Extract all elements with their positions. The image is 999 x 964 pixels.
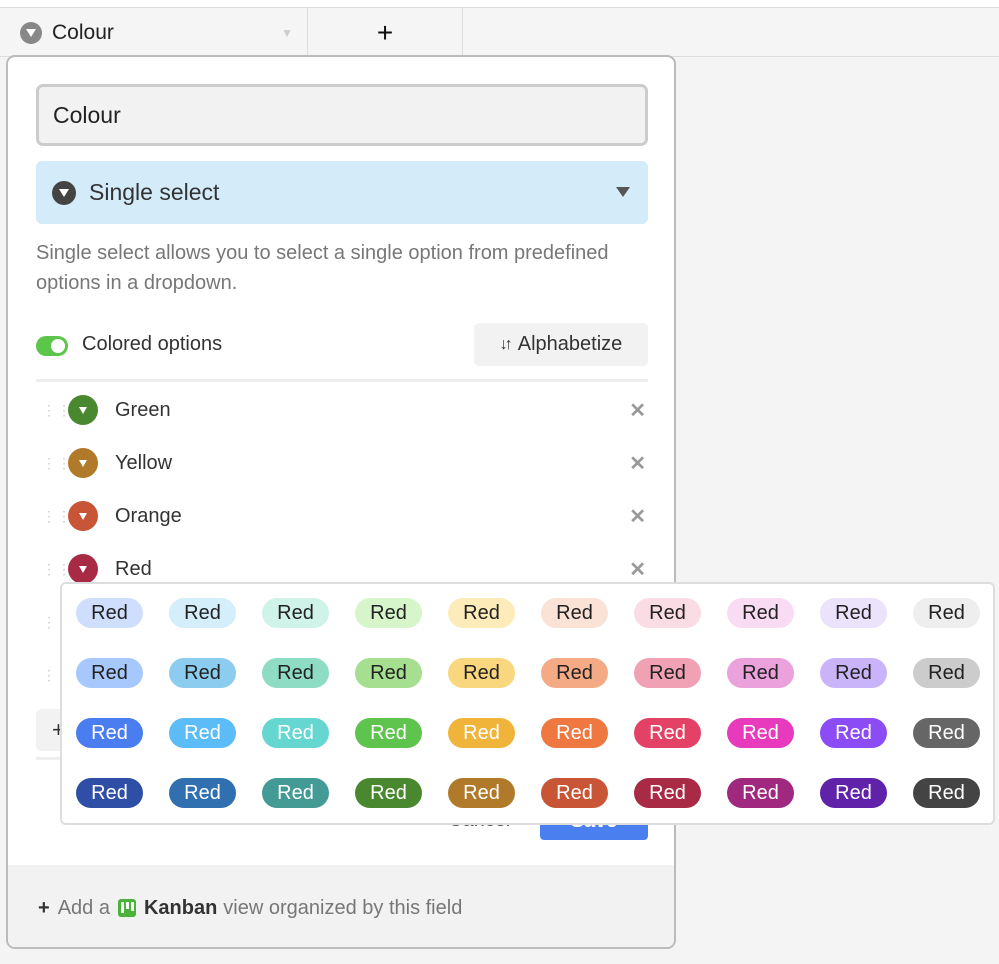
option-label[interactable]: Red — [115, 558, 152, 581]
color-swatch[interactable]: Red — [727, 598, 794, 628]
color-swatch[interactable]: Red — [355, 718, 422, 748]
color-swatch[interactable]: Red — [727, 718, 794, 748]
color-swatch[interactable]: Red — [262, 718, 329, 748]
single-select-icon — [20, 21, 42, 44]
color-swatch[interactable]: Red — [727, 658, 794, 688]
color-swatch[interactable]: Red — [727, 778, 794, 808]
color-swatch[interactable]: Red — [355, 598, 422, 628]
option-row: ⋮⋮ Green ✕ — [36, 390, 648, 430]
color-swatch[interactable]: Red — [169, 718, 236, 748]
color-swatch[interactable]: Red — [820, 658, 887, 688]
alphabetize-label: Alphabetize — [517, 333, 623, 355]
color-swatch[interactable]: Red — [634, 598, 701, 628]
remove-option-icon[interactable]: ✕ — [629, 557, 646, 582]
add-kanban-view-link[interactable]: + Add a Kanban view organized by this fi… — [8, 865, 674, 947]
column-label: Colour — [52, 20, 114, 44]
option-color-button[interactable] — [68, 501, 98, 531]
divider — [36, 379, 648, 382]
alphabetize-button[interactable]: ↓↑ Alphabetize — [474, 323, 648, 366]
color-swatch[interactable]: Red — [634, 658, 701, 688]
color-swatch[interactable]: Red — [541, 778, 608, 808]
drag-handle-icon[interactable]: ⋮⋮ — [42, 509, 71, 523]
color-swatch[interactable]: Red — [913, 598, 980, 628]
drag-handle-icon[interactable]: ⋮⋮ — [42, 668, 71, 682]
color-swatch[interactable]: Red — [820, 718, 887, 748]
chevron-down-icon[interactable]: ▼ — [281, 26, 293, 40]
remove-option-icon[interactable]: ✕ — [629, 504, 646, 529]
color-swatch[interactable]: Red — [262, 778, 329, 808]
drag-handle-icon[interactable]: ⋮⋮ — [42, 403, 71, 417]
option-label[interactable]: Green — [115, 399, 171, 422]
footer-kanban: Kanban — [143, 896, 218, 919]
color-swatch[interactable]: Red — [262, 598, 329, 628]
single-select-icon — [52, 180, 76, 205]
color-palette-popover: Red Red Red Red Red Red Red Red Red Red Red Red Red R… — [60, 582, 995, 825]
sort-icon: ↓↑ — [499, 335, 513, 353]
option-color-button[interactable] — [68, 395, 98, 425]
plus-icon: + — [38, 896, 50, 919]
color-swatch[interactable]: Red — [76, 778, 143, 808]
option-color-button[interactable] — [68, 554, 98, 584]
remove-option-icon[interactable]: ✕ — [629, 451, 646, 476]
color-swatch[interactable]: Red — [634, 718, 701, 748]
color-swatch[interactable]: Red — [76, 658, 143, 688]
colored-options-label: Colored options — [82, 333, 223, 355]
option-color-button[interactable] — [68, 448, 98, 478]
color-swatch[interactable]: Red — [913, 718, 980, 748]
color-swatch[interactable]: Red — [76, 718, 143, 748]
color-swatch[interactable]: Red — [541, 658, 608, 688]
field-type-label: Single select — [89, 179, 220, 205]
color-swatch[interactable]: Red — [820, 778, 887, 808]
color-swatch[interactable]: Red — [262, 658, 329, 688]
color-swatch[interactable]: Red — [913, 778, 980, 808]
remove-option-icon[interactable]: ✕ — [629, 398, 646, 423]
color-swatch[interactable]: Red — [448, 778, 515, 808]
field-type-description: Single select allows you to select a sin… — [36, 242, 609, 294]
add-column-button[interactable]: + — [308, 8, 463, 57]
color-swatch[interactable]: Red — [169, 598, 236, 628]
chevron-down-icon — [616, 187, 630, 197]
kanban-icon — [117, 899, 136, 917]
footer-prefix: Add a — [57, 896, 110, 919]
color-swatch[interactable]: Red — [448, 658, 515, 688]
footer-suffix: view organized by this field — [223, 896, 463, 919]
color-swatch[interactable]: Red — [355, 658, 422, 688]
field-name-input[interactable] — [36, 84, 648, 146]
color-swatch[interactable]: Red — [448, 598, 515, 628]
drag-handle-icon[interactable]: ⋮⋮ — [42, 456, 71, 470]
color-swatch[interactable]: Red — [541, 598, 608, 628]
grid-header: Colour ▼ + — [0, 8, 999, 57]
option-row: ⋮⋮ Yellow ✕ — [36, 443, 648, 483]
color-swatch[interactable]: Red — [913, 658, 980, 688]
color-swatch[interactable]: Red — [634, 778, 701, 808]
color-swatch[interactable]: Red — [541, 718, 608, 748]
color-swatch[interactable]: Red — [355, 778, 422, 808]
color-swatch[interactable]: Red — [820, 598, 887, 628]
column-header-colour[interactable]: Colour ▼ — [8, 8, 308, 57]
color-swatch[interactable]: Red — [76, 598, 143, 628]
option-row: ⋮⋮ Orange ✕ — [36, 496, 648, 536]
grid-top-edge — [0, 0, 999, 8]
field-type-select[interactable]: Single select — [36, 161, 648, 224]
color-swatch[interactable]: Red — [169, 778, 236, 808]
colored-options-toggle[interactable] — [36, 336, 68, 356]
color-swatch[interactable]: Red — [169, 658, 236, 688]
option-label[interactable]: Orange — [115, 505, 182, 528]
option-label[interactable]: Yellow — [115, 452, 172, 475]
drag-handle-icon[interactable]: ⋮⋮ — [42, 562, 71, 576]
color-swatch[interactable]: Red — [448, 718, 515, 748]
drag-handle-icon[interactable]: ⋮⋮ — [42, 615, 71, 629]
